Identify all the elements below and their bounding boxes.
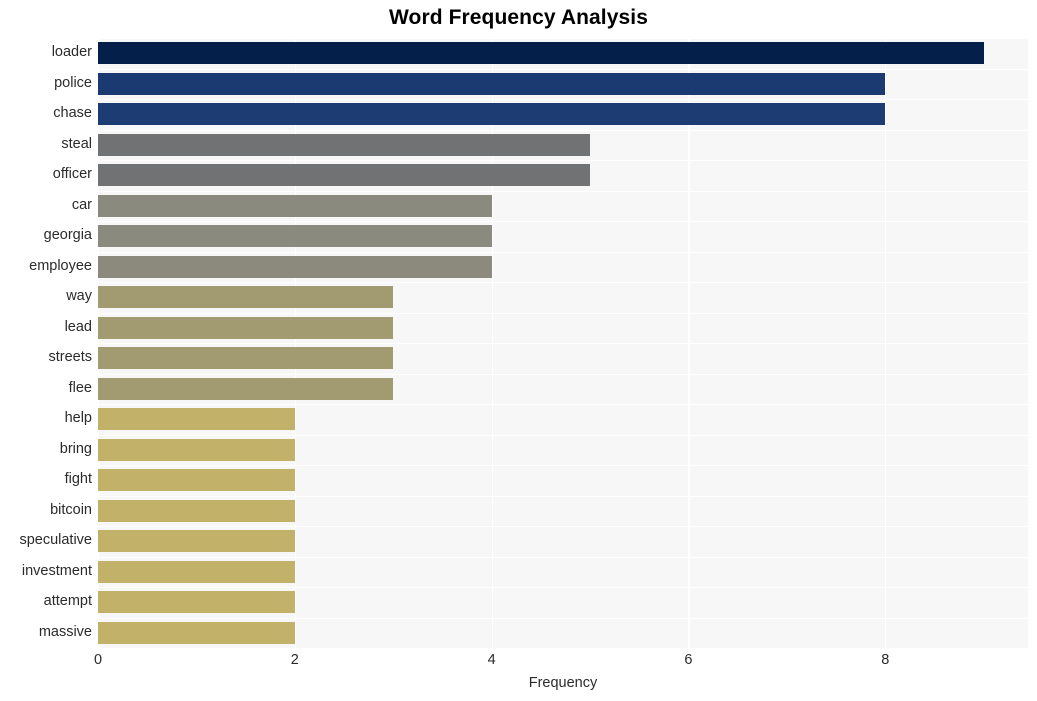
grid-line-horizontal bbox=[98, 526, 1028, 528]
grid-line-vertical bbox=[885, 38, 887, 648]
bar[interactable] bbox=[98, 194, 492, 217]
x-tick-label: 4 bbox=[487, 652, 496, 668]
y-tick-label: lead bbox=[64, 318, 92, 335]
y-tick-label: investment bbox=[21, 562, 92, 579]
x-tick-label: 8 bbox=[881, 652, 890, 668]
grid-line-horizontal bbox=[98, 617, 1028, 619]
bar[interactable] bbox=[98, 42, 984, 65]
bar[interactable] bbox=[98, 316, 394, 339]
grid-line-vertical bbox=[491, 38, 493, 648]
bar[interactable] bbox=[98, 408, 295, 431]
bar[interactable] bbox=[98, 347, 394, 370]
grid-line-horizontal bbox=[98, 99, 1028, 101]
grid-line-horizontal bbox=[98, 495, 1028, 497]
x-tick-label: 6 bbox=[684, 652, 693, 668]
y-tick-label: steal bbox=[61, 135, 92, 152]
grid-line-horizontal bbox=[98, 556, 1028, 558]
x-tick-label: 2 bbox=[290, 652, 299, 668]
bar[interactable] bbox=[98, 469, 295, 492]
grid-line-horizontal bbox=[98, 221, 1028, 223]
chart-figure: Word Frequency Analysis loader police chas… bbox=[0, 0, 1037, 701]
y-tick-label: speculative bbox=[19, 532, 92, 549]
bar[interactable] bbox=[98, 286, 394, 309]
bar[interactable] bbox=[98, 438, 295, 461]
grid-line-horizontal bbox=[98, 404, 1028, 406]
y-tick-label: car bbox=[71, 196, 92, 213]
grid-line-horizontal bbox=[98, 465, 1028, 467]
bar[interactable] bbox=[98, 72, 886, 95]
bar[interactable] bbox=[98, 255, 492, 278]
grid-line-horizontal bbox=[98, 282, 1028, 284]
grid-line-horizontal bbox=[98, 587, 1028, 589]
grid-line-vertical bbox=[294, 38, 296, 648]
y-tick-label: fight bbox=[64, 471, 92, 488]
bar[interactable] bbox=[98, 103, 886, 126]
plot-area bbox=[98, 38, 1028, 648]
bar[interactable] bbox=[98, 133, 591, 156]
y-tick-label: employee bbox=[29, 257, 92, 274]
grid-line-horizontal bbox=[98, 160, 1028, 162]
y-tick-label: bitcoin bbox=[50, 501, 92, 518]
grid-line-horizontal bbox=[98, 434, 1028, 436]
x-tick-label: 0 bbox=[93, 652, 103, 668]
grid-line-horizontal bbox=[98, 68, 1028, 70]
x-axis-title: Frequency bbox=[528, 675, 598, 691]
y-tick-label: way bbox=[66, 288, 92, 305]
y-axis: loader police chase steal officer car georgia e… bbox=[0, 38, 92, 648]
y-tick-label: streets bbox=[48, 349, 92, 366]
grid-line-vertical bbox=[98, 38, 100, 648]
grid-line-vertical bbox=[688, 38, 690, 648]
grid-line-horizontal bbox=[98, 38, 1028, 40]
y-tick-label: police bbox=[54, 74, 92, 91]
y-tick-label: georgia bbox=[43, 227, 92, 244]
bar[interactable] bbox=[98, 621, 295, 644]
bar[interactable] bbox=[98, 499, 295, 522]
bar[interactable] bbox=[98, 377, 394, 400]
grid-line-horizontal bbox=[98, 312, 1028, 314]
grid-line-horizontal bbox=[98, 251, 1028, 253]
bar[interactable] bbox=[98, 530, 295, 553]
grid-line-horizontal bbox=[98, 373, 1028, 375]
page-title: Word Frequency Analysis bbox=[388, 6, 649, 29]
bar[interactable] bbox=[98, 591, 295, 614]
y-tick-label: chase bbox=[53, 105, 92, 122]
bar[interactable] bbox=[98, 560, 295, 583]
y-tick-label: officer bbox=[52, 166, 92, 183]
y-tick-label: flee bbox=[68, 379, 92, 396]
x-axis: 0 2 4 6 8 bbox=[94, 648, 1028, 678]
grid-line-horizontal bbox=[98, 129, 1028, 131]
y-tick-label: bring bbox=[59, 440, 92, 457]
y-tick-label: massive bbox=[38, 623, 92, 640]
bar[interactable] bbox=[98, 164, 591, 187]
grid-line-horizontal bbox=[98, 343, 1028, 345]
y-tick-label: attempt bbox=[43, 593, 92, 610]
bar[interactable] bbox=[98, 225, 492, 248]
y-tick-label: help bbox=[64, 410, 92, 427]
y-tick-label: loader bbox=[51, 44, 92, 61]
grid-line-horizontal bbox=[98, 190, 1028, 192]
